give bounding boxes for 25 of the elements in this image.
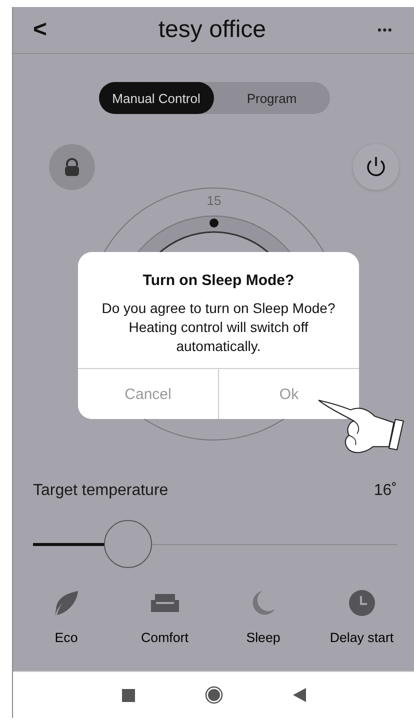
mode-button[interactable]: Eco: [17, 588, 116, 645]
segment-tab[interactable]: Program: [214, 82, 330, 114]
mode-button[interactable]: Delay start: [312, 588, 411, 645]
lock-button[interactable]: [49, 144, 95, 190]
sofa-icon: [150, 592, 180, 614]
back-icon[interactable]: [293, 688, 306, 702]
home-icon[interactable]: [205, 686, 223, 704]
target-temperature-value: 16˚: [374, 482, 397, 500]
leaf-icon: [53, 589, 80, 617]
dialog-message: Do you agree to turn on Sleep Mode? Heating control will switch off automatically.: [100, 299, 336, 356]
power-button[interactable]: [353, 144, 399, 190]
mode-button[interactable]: Comfort: [116, 588, 214, 645]
recents-icon[interactable]: [122, 688, 135, 702]
target-temperature-label: Target temperature: [33, 482, 168, 500]
screen-title: tesy office: [158, 16, 266, 44]
moon-icon: [250, 589, 276, 617]
dialog-title: Turn on Sleep Mode?: [142, 272, 296, 289]
clock-icon: [348, 590, 375, 616]
power-icon: [365, 156, 387, 178]
mode-button[interactable]: Sleep: [214, 588, 312, 645]
segment-tab[interactable]: Manual Control: [98, 82, 214, 114]
lock-icon: [64, 158, 80, 176]
more-button[interactable]: •••: [377, 23, 393, 37]
back-button[interactable]: <: [33, 16, 48, 44]
slider-thumb[interactable]: [104, 520, 152, 568]
